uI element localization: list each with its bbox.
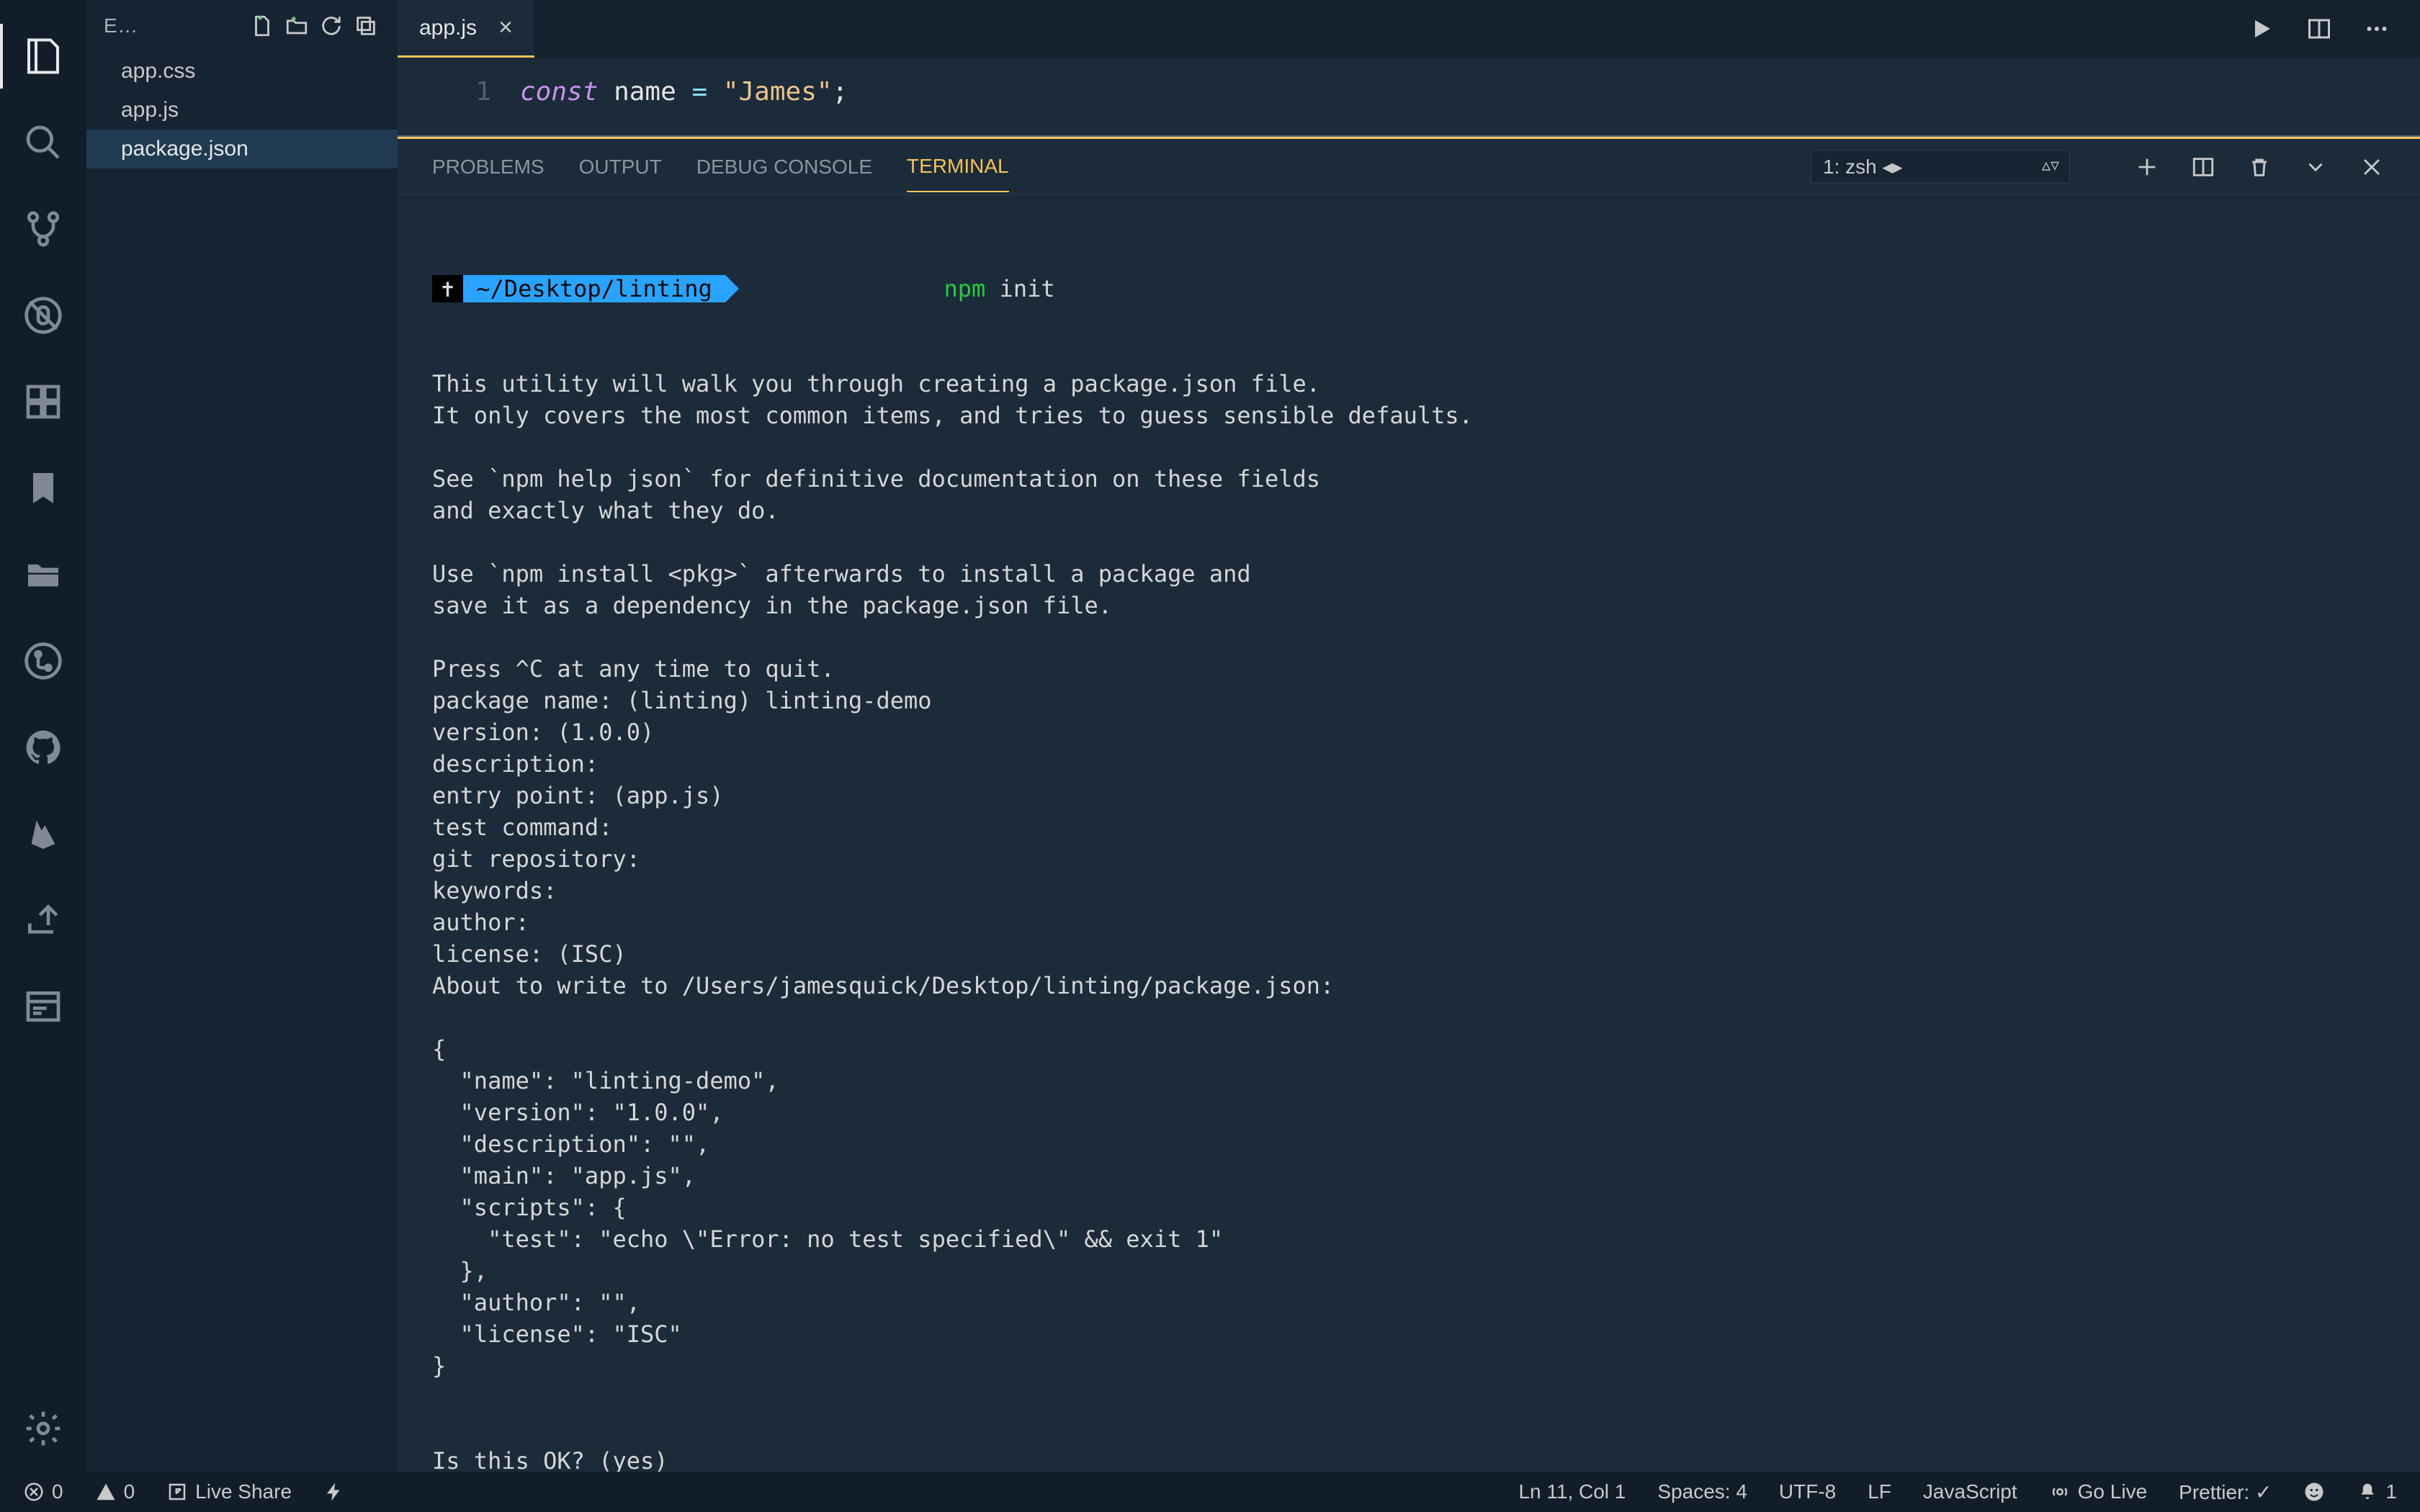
split-editor-icon[interactable] bbox=[2305, 14, 2334, 43]
line-number: 1 bbox=[398, 68, 491, 117]
explorer-icon[interactable] bbox=[0, 13, 86, 99]
command-binary: npm bbox=[944, 275, 986, 302]
firebase-icon[interactable] bbox=[0, 791, 86, 877]
file-row[interactable]: app.js bbox=[86, 91, 398, 130]
status-bar: 0 0 Live Share Ln 11, Col 1 Spaces: 4 UT… bbox=[0, 1472, 2420, 1512]
file-row[interactable]: package.json bbox=[86, 130, 398, 168]
bottom-panel: PROBLEMS OUTPUT DEBUG CONSOLE TERMINAL 1… bbox=[398, 139, 2420, 1472]
new-folder-icon[interactable] bbox=[279, 9, 314, 43]
refresh-icon[interactable] bbox=[314, 9, 349, 43]
extensions-icon[interactable] bbox=[0, 359, 86, 445]
status-indentation[interactable]: Spaces: 4 bbox=[1652, 1480, 1753, 1503]
explorer-header: E… bbox=[86, 0, 398, 52]
settings-gear-icon[interactable] bbox=[0, 1385, 86, 1472]
no-bug-icon[interactable] bbox=[0, 272, 86, 359]
explorer-title: E… bbox=[104, 14, 245, 37]
panel-tab-debug-console[interactable]: DEBUG CONSOLE bbox=[696, 143, 872, 192]
new-terminal-icon[interactable] bbox=[2133, 153, 2161, 181]
close-panel-icon[interactable] bbox=[2358, 153, 2385, 181]
status-eol[interactable]: LF bbox=[1862, 1480, 1897, 1503]
panel-tab-problems[interactable]: PROBLEMS bbox=[432, 143, 544, 192]
code-line[interactable]: const name = "James"; bbox=[520, 58, 2420, 135]
panel-tab-terminal[interactable]: TERMINAL bbox=[907, 142, 1009, 192]
github-icon[interactable] bbox=[0, 704, 86, 791]
tab-label: app.js bbox=[419, 16, 477, 40]
prompt-path: ~/Desktop/linting bbox=[463, 275, 725, 302]
status-quick-action[interactable] bbox=[318, 1481, 351, 1503]
status-feedback[interactable] bbox=[2298, 1481, 2331, 1503]
panel-tab-output[interactable]: OUTPUT bbox=[579, 143, 662, 192]
prompt-symbol: ✝ bbox=[432, 275, 463, 302]
status-encoding[interactable]: UTF-8 bbox=[1773, 1480, 1842, 1503]
chevron-down-icon[interactable] bbox=[2302, 153, 2329, 181]
editor-actions bbox=[2218, 0, 2420, 58]
terminal[interactable]: ✝ ~/Desktop/linting npm init This utilit… bbox=[398, 195, 2420, 1472]
status-go-live[interactable]: Go Live bbox=[2043, 1480, 2154, 1503]
gutter: 1 bbox=[398, 58, 520, 135]
prompt-line-1: ✝ ~/Desktop/linting npm init bbox=[432, 273, 2385, 305]
terminal-selector[interactable]: 1: zsh ▵▿ bbox=[1811, 150, 2070, 184]
new-file-icon[interactable] bbox=[245, 9, 279, 43]
bookmark-icon[interactable] bbox=[0, 445, 86, 531]
split-terminal-icon[interactable] bbox=[2190, 153, 2217, 181]
status-errors[interactable]: 0 bbox=[17, 1480, 69, 1503]
file-row[interactable]: app.css bbox=[86, 52, 398, 91]
search-icon[interactable] bbox=[0, 99, 86, 186]
collapse-all-icon[interactable] bbox=[349, 9, 383, 43]
status-cursor-position[interactable]: Ln 11, Col 1 bbox=[1512, 1480, 1631, 1503]
run-icon[interactable] bbox=[2247, 14, 2276, 43]
panel-icon[interactable] bbox=[0, 963, 86, 1050]
editor-tabs: app.js × bbox=[398, 0, 2420, 58]
explorer-sidebar: E… app.cssapp.jspackage.json bbox=[86, 0, 398, 1472]
tab-app-js[interactable]: app.js × bbox=[398, 0, 534, 58]
status-language[interactable]: JavaScript bbox=[1917, 1480, 2023, 1503]
status-notifications[interactable]: 1 bbox=[2351, 1480, 2403, 1503]
terminal-selector-label: 1: zsh bbox=[1823, 156, 1877, 178]
panel-tabs: PROBLEMS OUTPUT DEBUG CONSOLE TERMINAL 1… bbox=[398, 139, 2420, 195]
status-warnings[interactable]: 0 bbox=[89, 1480, 141, 1503]
terminal-output: This utility will walk you through creat… bbox=[432, 368, 2385, 1472]
live-share-icon[interactable] bbox=[0, 877, 86, 963]
editor-group: app.js × 1 const name = "James"; bbox=[398, 0, 2420, 1472]
kill-terminal-icon[interactable] bbox=[2246, 153, 2273, 181]
tab-close-icon[interactable]: × bbox=[498, 14, 513, 42]
status-live-share[interactable]: Live Share bbox=[161, 1480, 297, 1503]
source-control-icon[interactable] bbox=[0, 186, 86, 272]
status-prettier[interactable]: Prettier: ✓ bbox=[2173, 1480, 2277, 1504]
file-list: app.cssapp.jspackage.json bbox=[86, 52, 398, 168]
code-editor[interactable]: 1 const name = "James"; bbox=[398, 58, 2420, 137]
activity-bar bbox=[0, 0, 86, 1472]
git-circle-icon[interactable] bbox=[0, 618, 86, 704]
folder-icon[interactable] bbox=[0, 531, 86, 618]
more-icon[interactable] bbox=[2362, 14, 2391, 43]
command-args: init bbox=[1000, 275, 1055, 302]
